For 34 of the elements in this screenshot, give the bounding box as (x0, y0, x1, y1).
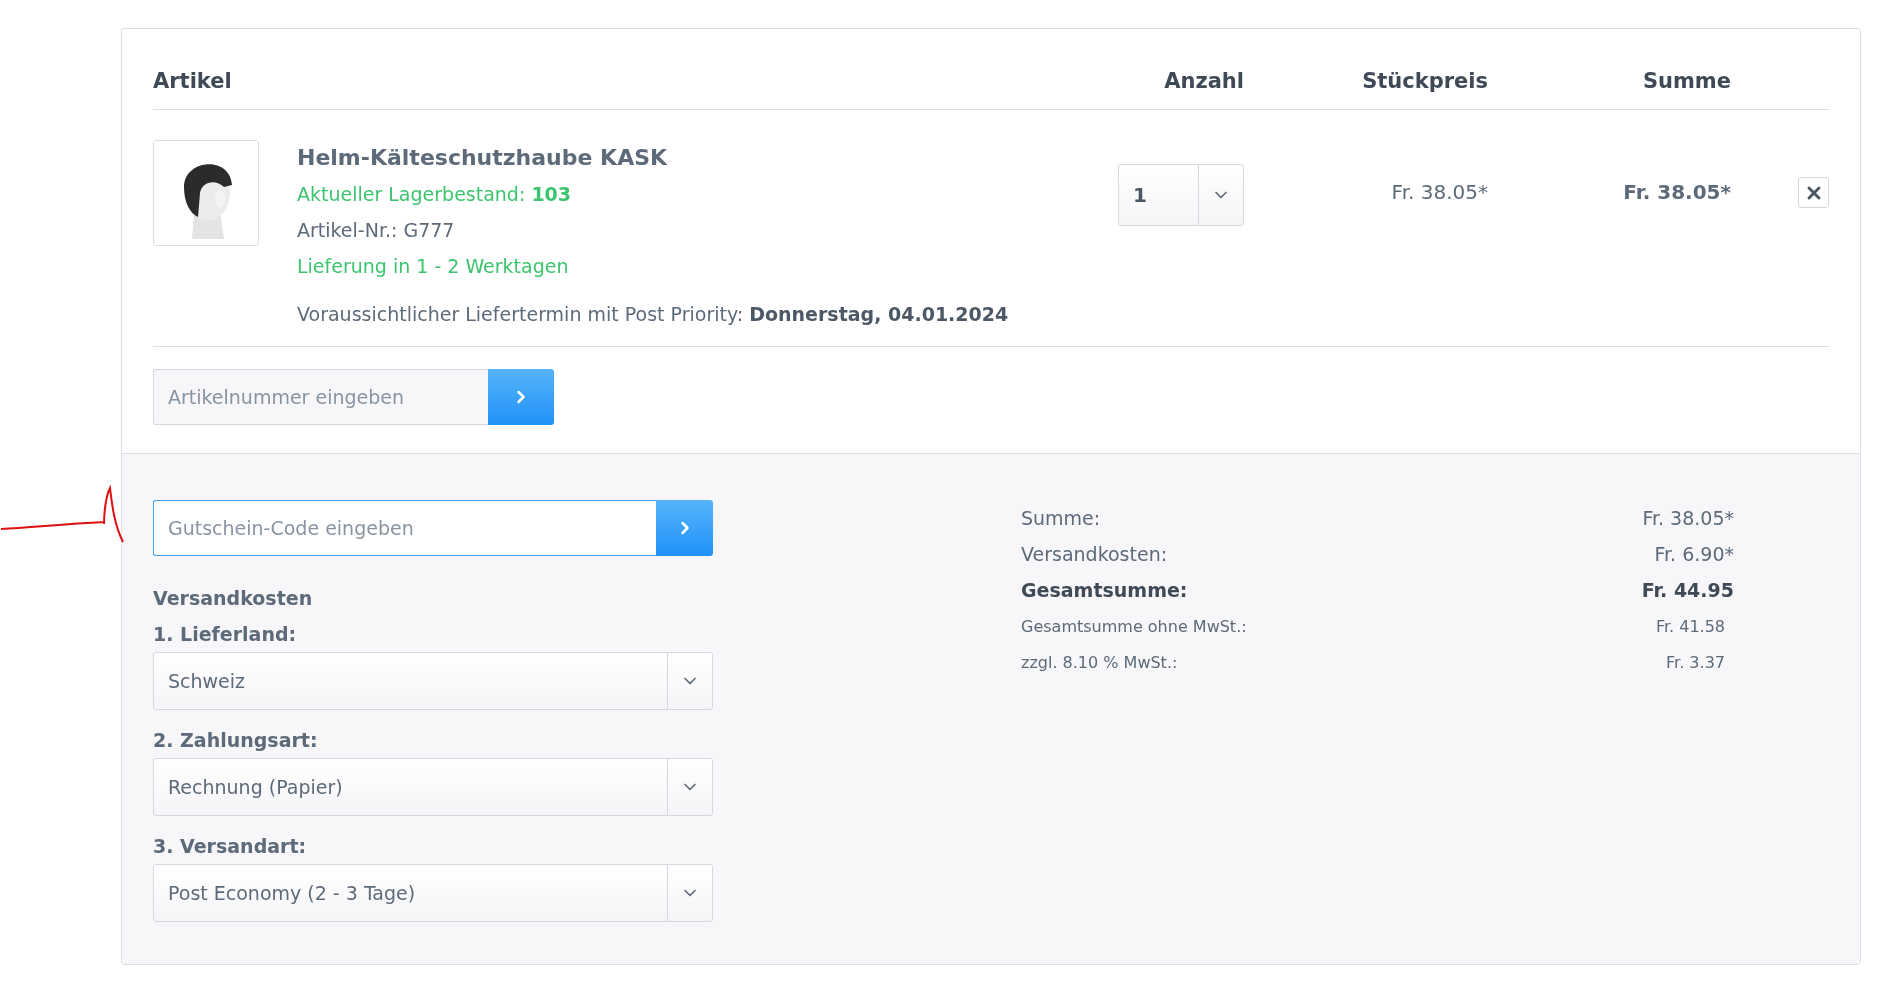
stock-info: Aktueller Lagerbestand: 103 (297, 182, 573, 207)
section-title: Versandkosten (153, 586, 314, 611)
submit-button[interactable] (656, 500, 713, 556)
unit-price: Fr. 38.05* (1390, 179, 1488, 206)
column-header: Artikel (153, 69, 233, 93)
delivery-time: Lieferung in 1 - 2 Werktagen (297, 254, 570, 279)
column-header: Anzahl (1163, 69, 1244, 93)
summary-label: Versandkosten: (1021, 543, 1168, 565)
summary-label: Gesamtsumme ohne MwSt.: (1021, 616, 1247, 636)
quantity-select[interactable]: 1 (1118, 164, 1244, 226)
remove-button[interactable] (1798, 177, 1829, 208)
summary-value: Fr. 3.37 (1666, 652, 1725, 672)
voucher-field[interactable]: Gutschein-Code eingeben (153, 500, 656, 556)
summary-label: Summe: (1021, 507, 1101, 529)
field-label: 2. Zahlungsart: (153, 728, 319, 753)
article-number: Artikel-Nr.: G777 (297, 218, 456, 243)
summary-value: Fr. 41.58 (1655, 616, 1725, 636)
summary-label: zzgl. 8.10 % MwSt.: (1021, 652, 1178, 672)
dropdown-select[interactable]: Schweiz (153, 652, 713, 710)
summary-value: Fr. 38.05* (1642, 507, 1734, 529)
line-total: Fr. 38.05* (1622, 179, 1731, 206)
delivery-date: Voraussichtlicher Liefertermin mit Post Priority: Donnerstag, 04.01.2024 (297, 302, 1009, 327)
dropdown-select[interactable]: Rechnung (Papier) (153, 758, 713, 816)
article-number-field[interactable]: Artikelnummer eingeben (153, 369, 488, 425)
column-header: Stückpreis (1361, 69, 1488, 93)
column-header: Summe (1641, 69, 1731, 93)
summary-value: Fr. 44.95 (1641, 579, 1734, 601)
summary-value: Fr. 6.90* (1654, 543, 1734, 565)
field-label: 3. Versandart: (153, 834, 308, 859)
summary-label: Gesamtsumme: (1021, 579, 1188, 601)
submit-button[interactable] (488, 369, 554, 425)
dropdown-select[interactable]: Post Economy (2 - 3 Tage) (153, 864, 713, 922)
field-label: 1. Lieferland: (153, 622, 298, 647)
product-title[interactable]: Helm-Kälteschutzhaube KASK (297, 140, 1009, 176)
